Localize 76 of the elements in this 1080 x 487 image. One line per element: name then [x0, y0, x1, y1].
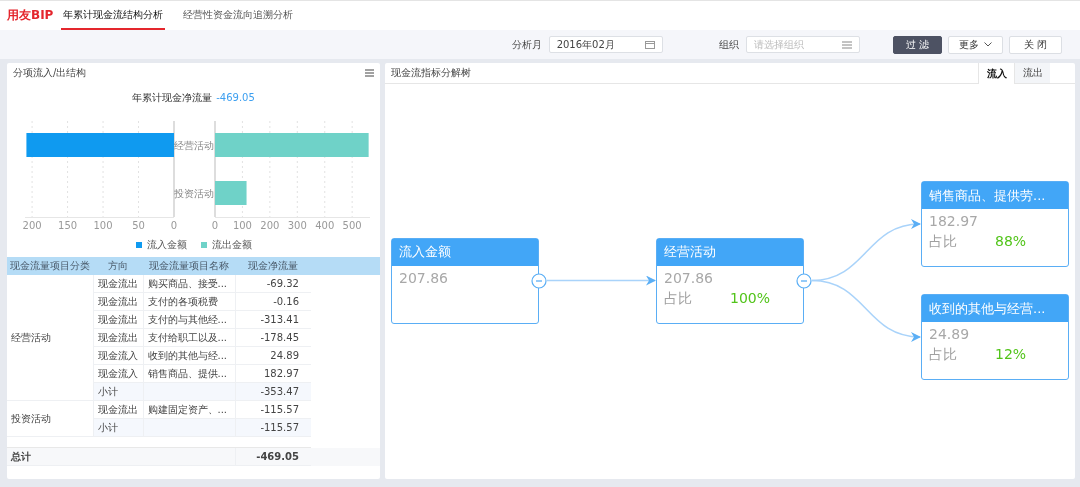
month-label: 分析月	[511, 37, 542, 52]
table-cell: 182.97	[235, 364, 311, 383]
table-cell: 现金流入	[93, 364, 143, 383]
table-cell: -313.41	[235, 310, 311, 329]
filter-button[interactable]: 过 滤	[892, 35, 942, 54]
table-cell: 24.89	[235, 346, 311, 365]
table-cell: 支付的各项税费	[147, 295, 218, 307]
category-label: 经营活动	[174, 140, 214, 151]
axis-tick-label: 0	[170, 220, 178, 231]
node-title: 流入金额	[399, 243, 451, 261]
node-title: 销售商品、提供劳...	[929, 186, 1046, 205]
axis-tick-label: 400	[315, 220, 335, 231]
list-icon	[841, 40, 852, 49]
axis-tick-label: 100	[232, 220, 252, 231]
menu-icon[interactable]	[365, 69, 374, 77]
share-value: 88%	[995, 233, 1027, 251]
table-cell: 现金流出	[93, 310, 143, 329]
table-cell: 现金流出	[93, 292, 143, 311]
table-cell: 现金流出	[93, 400, 143, 419]
node-value: 24.89	[928, 325, 971, 342]
calendar-icon	[644, 40, 655, 49]
axis-tick-label: 50	[132, 220, 145, 231]
share-label: 占比	[664, 289, 693, 308]
column-header: 现金流量项目分类	[7, 257, 93, 275]
axis-tick-label: 500	[342, 220, 362, 231]
share-label: 占比	[929, 233, 958, 251]
table-cell: 现金流入	[93, 346, 143, 365]
legend-label: 流出金额	[211, 238, 252, 252]
share-value: 12%	[995, 346, 1027, 364]
table-cell: -469.05	[235, 447, 311, 466]
node-title: 经营活动	[664, 243, 716, 261]
table-cell: 购买商品、接受...	[147, 277, 228, 289]
column-header: 现金净流量	[235, 257, 311, 275]
axis-tick-label: 200	[260, 220, 280, 231]
panel-title: 现金流指标分解树	[391, 66, 471, 80]
category-label: 投资活动	[174, 188, 214, 199]
tab[interactable]: 流入	[978, 63, 1014, 84]
org-label: 组织	[718, 37, 739, 52]
axis-tick-label: 200	[22, 220, 42, 231]
axis-tick-label: 300	[287, 220, 307, 231]
table-cell: 总计	[7, 447, 93, 466]
node-value: 182.97	[928, 212, 979, 229]
node-value: 207.86	[398, 268, 449, 286]
table-cell: 支付的与其他经...	[147, 313, 228, 325]
panel-title: 分项流入/出结构	[13, 66, 87, 80]
collapse-icon[interactable]	[796, 272, 812, 289]
more-button[interactable]: 更多	[947, 35, 1003, 54]
table-cell: 支付给职工以及...	[147, 331, 228, 343]
brand-logo: 用友BIP	[7, 7, 54, 24]
close-button[interactable]: 关 闭	[1008, 35, 1062, 54]
axis-tick-label: 100	[93, 220, 113, 231]
table-cell: -69.32	[235, 275, 311, 293]
legend-label: 流入金额	[146, 238, 187, 252]
share-label: 占比	[929, 346, 958, 364]
month-field[interactable]: 2016年02月	[548, 36, 663, 53]
node-value: 207.86	[663, 268, 714, 286]
axis-tick-label: 150	[58, 220, 78, 231]
axis-tick-label: 0	[211, 220, 219, 231]
share-value: 100%	[730, 289, 771, 308]
table-cell: 销售商品、提供...	[147, 367, 228, 379]
table-cell: -0.16	[235, 292, 311, 311]
table-cell: 现金流出	[93, 328, 143, 347]
chart-title: 年累计现金净流量	[132, 92, 213, 103]
page-tab[interactable]: 经营性资金流向追溯分析	[181, 1, 296, 30]
tab[interactable]: 流出	[1014, 63, 1050, 83]
node-title: 收到的其他与经营...	[929, 299, 1046, 318]
caret-icon	[983, 42, 992, 47]
table-cell: 现金流出	[93, 275, 143, 293]
collapse-icon[interactable]	[531, 272, 547, 289]
table-cell: 购建固定资产、...	[147, 403, 228, 415]
column-header: 方向	[93, 257, 143, 275]
table-cell: -115.57	[235, 400, 311, 419]
net-flow-value: -469.05	[216, 92, 255, 103]
table-cell: 收到的其他与经...	[147, 349, 228, 361]
column-header: 现金流量项目名称	[143, 257, 235, 275]
table-cell: -178.45	[235, 328, 311, 347]
